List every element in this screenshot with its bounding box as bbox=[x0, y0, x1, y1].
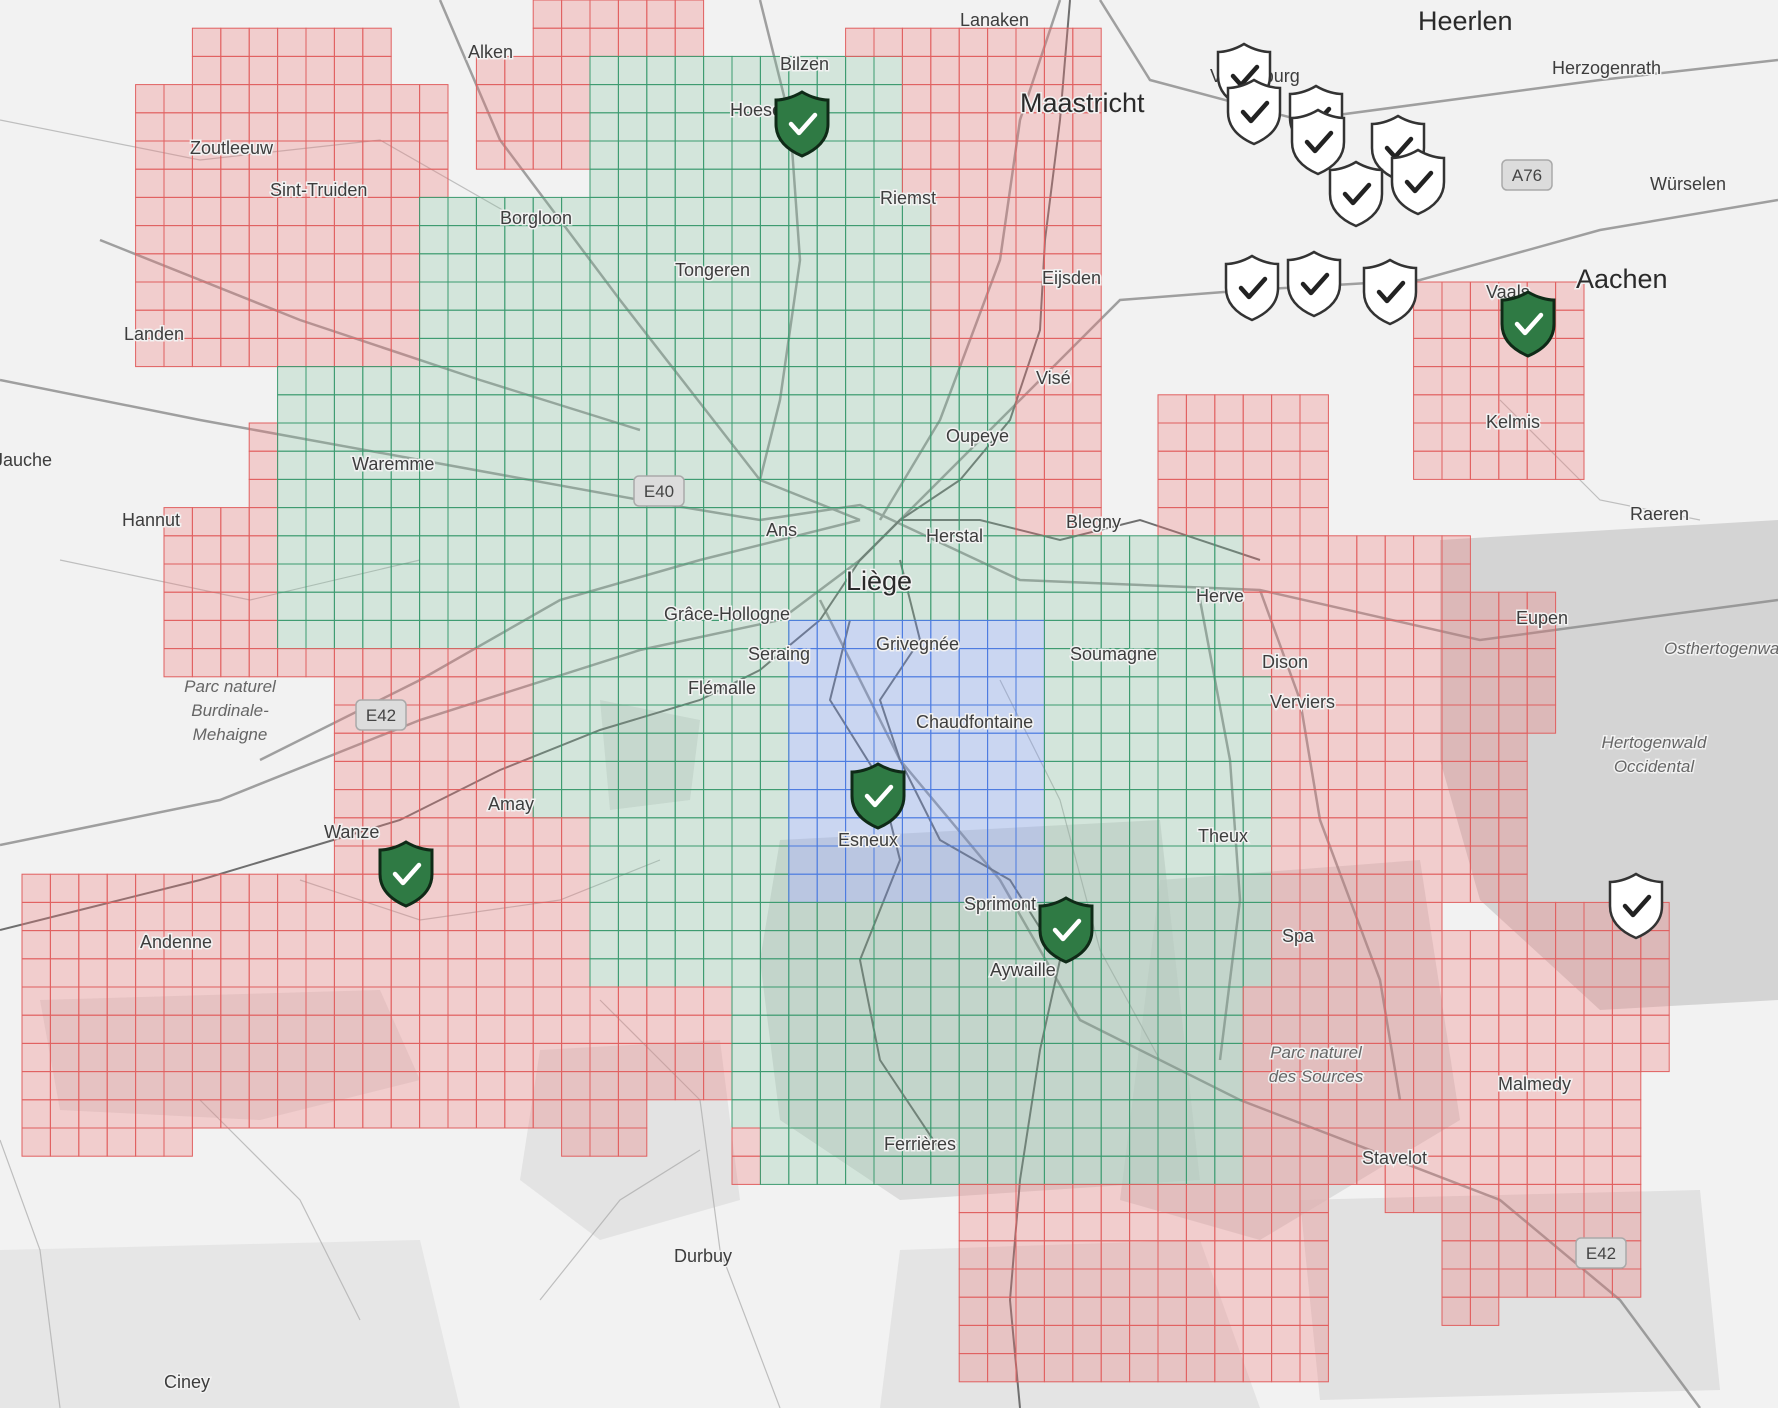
marker-verified[interactable] bbox=[1328, 160, 1384, 228]
marker-verified[interactable] bbox=[1608, 872, 1664, 940]
marker-verified-active[interactable] bbox=[850, 762, 906, 830]
marker-verified-active[interactable] bbox=[1038, 896, 1094, 964]
marker-verified[interactable] bbox=[1224, 254, 1280, 322]
marker-verified[interactable] bbox=[1226, 78, 1282, 146]
marker-verified[interactable] bbox=[1390, 148, 1446, 216]
marker-verified[interactable] bbox=[1362, 258, 1418, 326]
marker-verified-active[interactable] bbox=[774, 90, 830, 158]
map-view[interactable]: Lanaken Heerlen Herzogenrath Alken Bilzen Hoe… bbox=[0, 0, 1778, 1408]
marker-verified-active[interactable] bbox=[1500, 290, 1556, 358]
marker-verified[interactable] bbox=[1286, 250, 1342, 318]
marker-verified[interactable] bbox=[1290, 108, 1346, 176]
marker-layer bbox=[378, 42, 1664, 964]
marker-verified-active[interactable] bbox=[378, 840, 434, 908]
